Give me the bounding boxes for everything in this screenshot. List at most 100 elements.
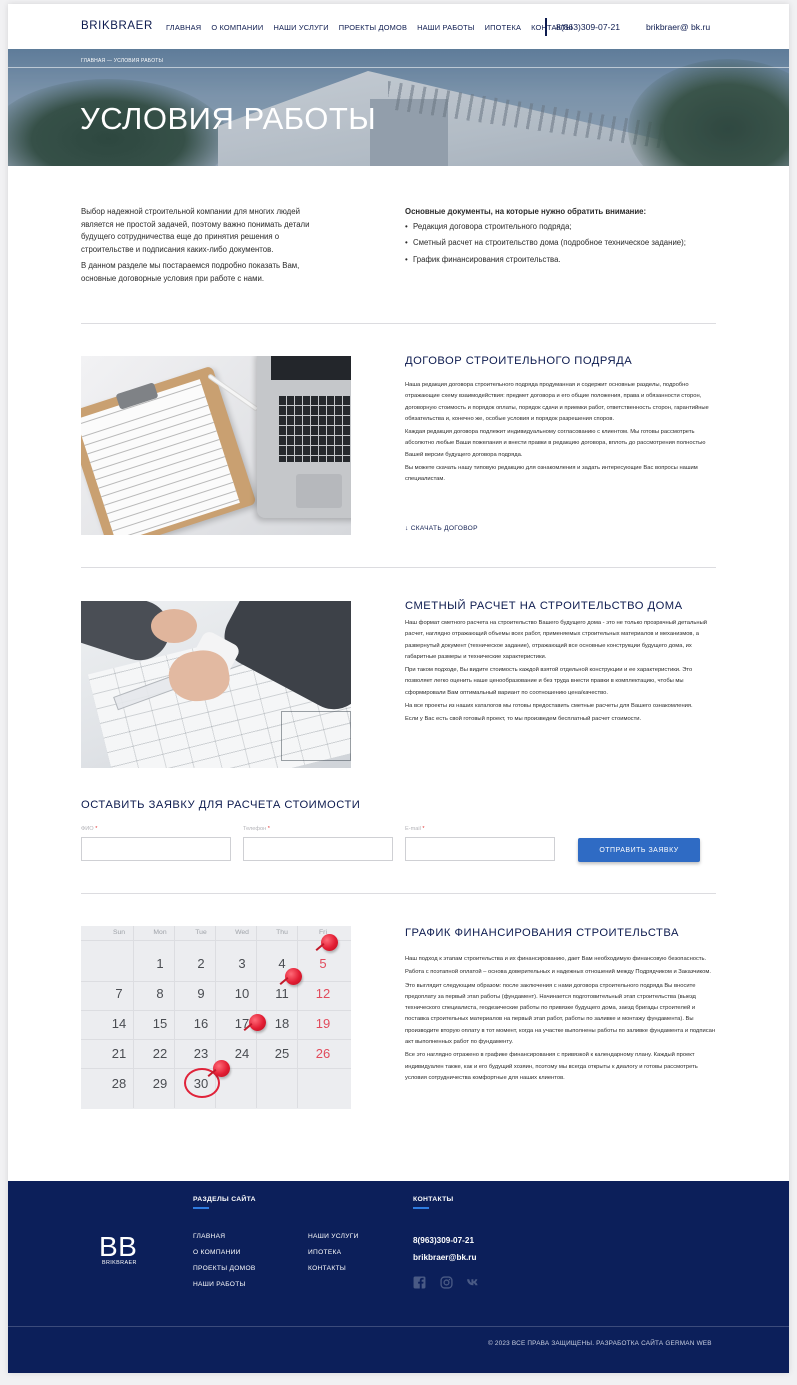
submit-request-button[interactable]: ОТПРАВИТЬ ЗАЯВКУ — [578, 838, 700, 862]
name-label-text: ФИО — [81, 826, 94, 832]
footer-contacts-heading: КОНТАКТЫ — [413, 1196, 454, 1203]
contract-paragraph: Наша редакция договора строительного под… — [405, 382, 709, 422]
calendar-date: 8 — [156, 986, 164, 1001]
required-mark: * — [95, 826, 98, 832]
push-pin — [285, 968, 302, 985]
laptop-keyboard-rows — [279, 396, 351, 462]
estimate-image — [81, 601, 351, 768]
calendar-date: 24 — [234, 1046, 250, 1061]
download-contract-link[interactable]: ↓ СКАЧАТЬ ДОГОВОР — [405, 525, 478, 532]
calendar-day-header: Thu — [276, 929, 288, 936]
calendar-day-header: Tue — [195, 929, 207, 936]
site-footer: BB BRIKBRAER РАЗДЕЛЫ САЙТА ГЛАВНАЯ О КОМ… — [8, 1181, 789, 1373]
header-phone[interactable]: 8(863)309-07-21 — [556, 22, 620, 32]
footer-link-home[interactable]: ГЛАВНАЯ — [193, 1233, 225, 1240]
email-field[interactable] — [405, 837, 555, 861]
footer-link-contacts[interactable]: КОНТАКТЫ — [308, 1265, 346, 1272]
list-item: График финансирования строительства. — [405, 254, 705, 267]
schedule-text: Наш подход к этапам строительства и их ф… — [405, 954, 718, 1086]
email-label-text: E-mail — [405, 826, 421, 832]
calendar-date: 1 — [156, 956, 164, 971]
intro-paragraph: Выбор надежной строительной компании для… — [81, 207, 310, 254]
name-field[interactable] — [81, 837, 231, 861]
header-separator — [545, 18, 547, 36]
footer-link-about[interactable]: О КОМПАНИИ — [193, 1249, 241, 1256]
calendar-date: 23 — [193, 1046, 209, 1061]
calendar-date: 2 — [197, 956, 205, 971]
instagram-icon[interactable] — [440, 1276, 453, 1289]
push-pin — [213, 1060, 230, 1077]
calendar-gridline — [81, 981, 351, 982]
section-divider — [81, 323, 716, 324]
required-mark: * — [422, 826, 425, 832]
required-mark: * — [267, 826, 270, 832]
header-email[interactable]: brikbraer@ bk.ru — [646, 22, 710, 32]
facebook-icon[interactable] — [413, 1276, 426, 1289]
estimate-text: Наш формат сметного расчета на строитель… — [405, 618, 718, 728]
calendar-date: 29 — [152, 1076, 168, 1091]
contract-paragraph: Каждая редакция договора подлежит индиви… — [405, 429, 706, 458]
footer-divider — [8, 1326, 789, 1327]
calendar-date: 10 — [234, 986, 250, 1001]
calendar-date: 14 — [111, 1016, 127, 1031]
footer-copyright: © 2023 ВСЕ ПРАВА ЗАЩИЩЕНЫ. РАЗРАБОТКА СА… — [488, 1340, 712, 1347]
footer-link-works[interactable]: НАШИ РАБОТЫ — [193, 1281, 246, 1288]
left-hand — [151, 609, 197, 643]
intro-paragraph: В данном разделе мы постараемся подробно… — [81, 261, 300, 283]
phone-field[interactable] — [243, 837, 393, 861]
vk-icon[interactable] — [466, 1276, 479, 1289]
documents-heading: Основные документы, на которые нужно обр… — [405, 207, 647, 216]
list-item: Редакция договора строительного подряда; — [405, 221, 705, 234]
calendar-date: 12 — [315, 986, 331, 1001]
documents-list-block: Основные документы, на которые нужно обр… — [405, 206, 705, 270]
calendar-date: 21 — [111, 1046, 127, 1061]
name-label: ФИО * — [81, 826, 97, 832]
calendar-day-header: Mon — [153, 929, 167, 936]
footer-email[interactable]: brikbraer@bk.ru — [413, 1253, 477, 1262]
calendar-date: 11 — [275, 986, 289, 1001]
schedule-paragraph: Работа с поэтапной оплатой – основа дове… — [405, 969, 711, 976]
phone-label: Телефон * — [243, 826, 270, 832]
schedule-paragraph: Наш подход к этапам строительства и их ф… — [405, 956, 707, 962]
estimate-title: СМЕТНЫЙ РАСЧЕТ НА СТРОИТЕЛЬСТВО ДОМА — [405, 600, 683, 612]
laptop-screen — [271, 356, 351, 380]
page-title: УСЛОВИЯ РАБОТЫ — [80, 101, 377, 136]
nav-item-mortgage[interactable]: ИПОТЕКА — [485, 23, 521, 32]
calendar-date: 15 — [152, 1016, 168, 1031]
footer-link-mortgage[interactable]: ИПОТЕКА — [308, 1249, 341, 1256]
calendar-gridline — [81, 940, 351, 941]
calendar-date: 16 — [193, 1016, 209, 1031]
calendar-day-header: Sun — [112, 929, 126, 936]
calendar-image: Sun Mon Tue Wed Thu Fri 1 2 3 4 5 7 8 9 … — [81, 926, 351, 1109]
calendar-date: 7 — [115, 986, 123, 1001]
blueprint-plan — [281, 711, 351, 761]
calendar-date: 5 — [319, 956, 327, 971]
calendar-date: 9 — [197, 986, 205, 1001]
push-pin — [321, 934, 338, 951]
hero-divider — [8, 67, 789, 68]
calendar-gridline — [81, 1039, 351, 1040]
header-logo[interactable]: BRIKBRAER — [81, 20, 153, 32]
nav-item-projects[interactable]: ПРОЕКТЫ ДОМОВ — [339, 23, 407, 32]
calendar-date: 22 — [152, 1046, 168, 1061]
nav-item-works[interactable]: НАШИ РАБОТЫ — [417, 23, 475, 32]
calendar-date: 28 — [111, 1076, 127, 1091]
calendar-date: 25 — [274, 1046, 290, 1061]
contract-text: Наша редакция договора строительного под… — [405, 380, 718, 488]
email-label: E-mail * — [405, 826, 425, 832]
section-divider — [81, 567, 716, 568]
main-nav: ГЛАВНАЯ О КОМПАНИИ НАШИ УСЛУГИ ПРОЕКТЫ Д… — [166, 23, 573, 32]
nav-item-services[interactable]: НАШИ УСЛУГИ — [273, 23, 328, 32]
nav-item-home[interactable]: ГЛАВНАЯ — [166, 23, 201, 32]
footer-link-projects[interactable]: ПРОЕКТЫ ДОМОВ — [193, 1265, 256, 1272]
schedule-title: ГРАФИК ФИНАНСИРОВАНИЯ СТРОИТЕЛЬСТВА — [405, 927, 679, 939]
nav-item-about[interactable]: О КОМПАНИИ — [211, 23, 263, 32]
breadcrumb[interactable]: ГЛАВНАЯ — УСЛОВИЯ РАБОТЫ — [81, 58, 163, 64]
footer-phone[interactable]: 8(963)309-07-21 — [413, 1236, 474, 1245]
calendar-gridline — [81, 1010, 351, 1011]
footer-link-services[interactable]: НАШИ УСЛУГИ — [308, 1233, 359, 1240]
page: BRIKBRAER ГЛАВНАЯ О КОМПАНИИ НАШИ УСЛУГИ… — [8, 4, 789, 1373]
calendar-date: 19 — [315, 1016, 331, 1031]
push-pin — [249, 1014, 266, 1031]
footer-logo-mark[interactable]: BB — [99, 1231, 137, 1263]
